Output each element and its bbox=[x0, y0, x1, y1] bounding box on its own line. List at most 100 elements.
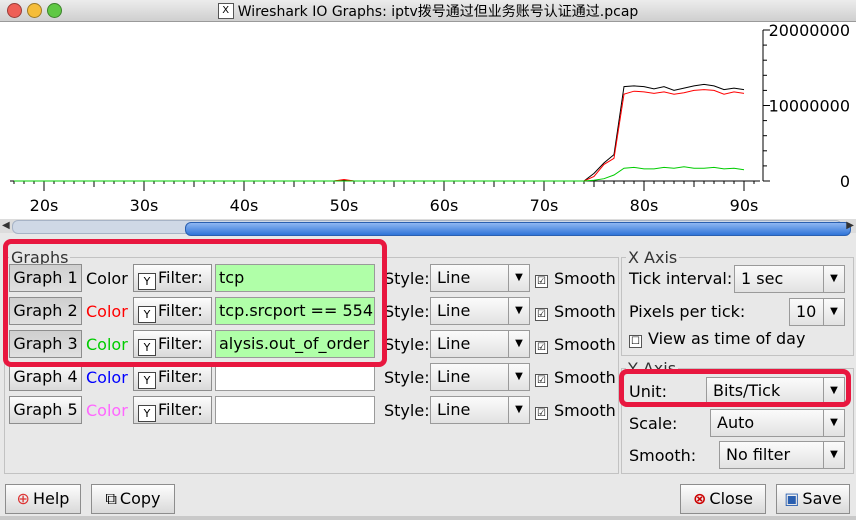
graph-3-style-label: Style: bbox=[384, 335, 430, 354]
graph-5-filter-button-label: Filter: bbox=[158, 400, 203, 419]
save-button[interactable]: ▣ Save bbox=[776, 484, 850, 514]
graph-2-style-value: Line bbox=[437, 301, 471, 320]
pixels-per-tick-select[interactable]: 10 ▼ bbox=[789, 298, 845, 326]
scroll-left-arrow-icon[interactable]: ◀ bbox=[2, 220, 10, 231]
scale-select[interactable]: Auto ▼ bbox=[710, 409, 845, 437]
graph-5-color-label[interactable]: Color bbox=[86, 401, 128, 420]
scale-label: Scale: bbox=[629, 414, 678, 433]
chevron-down-icon: ▼ bbox=[823, 299, 844, 325]
x-tick-label: 90s bbox=[730, 196, 759, 215]
chevron-down-icon: ▼ bbox=[508, 265, 529, 291]
graph-4-style-label: Style: bbox=[384, 368, 430, 387]
y-tick-label: 20000000 bbox=[769, 22, 850, 40]
x-tick-label: 20s bbox=[30, 196, 59, 215]
smooth-value: No filter bbox=[726, 445, 791, 464]
x-tick-label: 70s bbox=[530, 196, 559, 215]
view-time-of-day-checkbox[interactable]: ☐ View as time of day bbox=[629, 329, 805, 348]
chevron-down-icon: ▼ bbox=[508, 364, 529, 390]
window-title-wrap: X Wireshark IO Graphs: iptv拨号通过但业务账号认证通过.… bbox=[0, 1, 856, 21]
help-lifebuoy-icon: ⊕ bbox=[16, 489, 30, 508]
graph-1-style-label: Style: bbox=[384, 269, 430, 288]
graph-4-smooth-label: Smooth bbox=[554, 368, 616, 387]
graph-3-style-value: Line bbox=[437, 334, 471, 353]
graph-3-style-select[interactable]: Line ▼ bbox=[430, 330, 530, 358]
pixels-per-tick-value: 10 bbox=[796, 302, 817, 321]
scroll-track[interactable] bbox=[12, 220, 851, 236]
graph-2-smooth-checkbox[interactable]: ☑ Smooth bbox=[535, 302, 616, 321]
x-tick-label: 40s bbox=[230, 196, 259, 215]
help-label: Help bbox=[32, 489, 70, 508]
graph-4-smooth-checkbox[interactable]: ☑ Smooth bbox=[535, 368, 616, 387]
graph-4-filter-button[interactable]: Y Filter: bbox=[133, 363, 212, 391]
graph-5-style-label: Style: bbox=[384, 401, 430, 420]
x-tick-label: 50s bbox=[330, 196, 359, 215]
close-button[interactable]: ⊗ Close bbox=[680, 484, 766, 514]
graph-2-style-select[interactable]: Line ▼ bbox=[430, 297, 530, 325]
chevron-down-icon: ▼ bbox=[508, 331, 529, 357]
filter-funnel-icon: Y bbox=[138, 372, 156, 389]
help-button[interactable]: ⊕ Help bbox=[5, 484, 81, 514]
graph-1-style-value: Line bbox=[437, 268, 471, 287]
copy-button[interactable]: ⧉ Copy bbox=[91, 484, 175, 514]
graph-5-filter-button[interactable]: Y Filter: bbox=[133, 396, 212, 424]
scroll-right-arrow-icon[interactable]: ▶ bbox=[846, 220, 854, 231]
graph-4-style-select[interactable]: Line ▼ bbox=[430, 363, 530, 391]
graph-1-smooth-label: Smooth bbox=[554, 269, 616, 288]
graph-5-style-value: Line bbox=[437, 400, 471, 419]
graph-5-smooth-checkbox[interactable]: ☑ Smooth bbox=[535, 401, 616, 420]
unit-highlight-box bbox=[619, 369, 851, 407]
graph-4-style-value: Line bbox=[437, 367, 471, 386]
checkbox-icon: ☑ bbox=[535, 275, 548, 288]
smooth-label: Smooth: bbox=[629, 446, 697, 465]
copy-icon: ⧉ bbox=[105, 489, 117, 508]
checkbox-icon: ☑ bbox=[535, 407, 548, 420]
x-tick-label: 60s bbox=[430, 196, 459, 215]
series-line-graph-1 bbox=[14, 83, 745, 182]
graph-1-style-select[interactable]: Line ▼ bbox=[430, 264, 530, 292]
chevron-down-icon: ▼ bbox=[823, 410, 844, 436]
view-time-of-day-label: View as time of day bbox=[648, 329, 806, 348]
graph-4-filter-input[interactable] bbox=[215, 363, 375, 391]
close-icon: ⊗ bbox=[693, 489, 707, 508]
scale-value: Auto bbox=[717, 413, 755, 432]
scroll-thumb[interactable] bbox=[185, 222, 851, 236]
graph-4-filter-button-label: Filter: bbox=[158, 367, 203, 386]
save-label: Save bbox=[802, 489, 842, 508]
graph-5-style-select[interactable]: Line ▼ bbox=[430, 396, 530, 424]
chevron-down-icon: ▼ bbox=[508, 298, 529, 324]
tick-interval-value: 1 sec bbox=[741, 269, 784, 288]
chevron-down-icon: ▼ bbox=[823, 266, 844, 292]
x-axis-legend: X Axis bbox=[628, 248, 678, 267]
status-strip bbox=[0, 516, 856, 520]
checkbox-icon: ☑ bbox=[535, 374, 548, 387]
graph-3-smooth-checkbox[interactable]: ☑ Smooth bbox=[535, 335, 616, 354]
y-tick-label: 0 bbox=[840, 172, 850, 191]
chevron-down-icon: ▼ bbox=[823, 442, 844, 468]
io-graph-canvas: 20s 30s 40s 50s 60s 70s 80s 90s 20000000 10000000… bbox=[0, 21, 856, 220]
checkbox-icon: ☑ bbox=[535, 308, 548, 321]
filter-funnel-icon: Y bbox=[138, 405, 156, 422]
graphs-highlight-box bbox=[3, 239, 387, 367]
graph-horizontal-scrollbar[interactable]: ◀ ▶ bbox=[0, 219, 856, 236]
y-tick-label: 10000000 bbox=[769, 97, 850, 116]
tick-interval-select[interactable]: 1 sec ▼ bbox=[734, 265, 845, 293]
graph-5-filter-input[interactable] bbox=[215, 396, 375, 424]
series-line-graph-3 bbox=[14, 166, 745, 182]
graph-5-button[interactable]: Graph 5 bbox=[9, 396, 82, 424]
window-title: Wireshark IO Graphs: iptv拨号通过但业务账号认证通过.p… bbox=[237, 4, 639, 20]
checkbox-icon: ☐ bbox=[629, 335, 642, 348]
smooth-select[interactable]: No filter ▼ bbox=[719, 441, 845, 469]
graph-2-style-label: Style: bbox=[384, 302, 430, 321]
graph-4-color-label[interactable]: Color bbox=[86, 368, 128, 387]
graph-1-smooth-checkbox[interactable]: ☑ Smooth bbox=[535, 269, 616, 288]
close-label: Close bbox=[709, 489, 753, 508]
x-tick-label: 30s bbox=[130, 196, 159, 215]
copy-label: Copy bbox=[119, 489, 161, 508]
graph-3-smooth-label: Smooth bbox=[554, 335, 616, 354]
checkbox-icon: ☑ bbox=[535, 341, 548, 354]
x-tick-label: 80s bbox=[630, 196, 659, 215]
io-graph-chart: 20s 30s 40s 50s 60s 70s 80s 90s 20000000 10000000… bbox=[10, 21, 850, 215]
graph-5-smooth-label: Smooth bbox=[554, 401, 616, 420]
chevron-down-icon: ▼ bbox=[508, 397, 529, 423]
graph-4-button[interactable]: Graph 4 bbox=[9, 363, 82, 391]
